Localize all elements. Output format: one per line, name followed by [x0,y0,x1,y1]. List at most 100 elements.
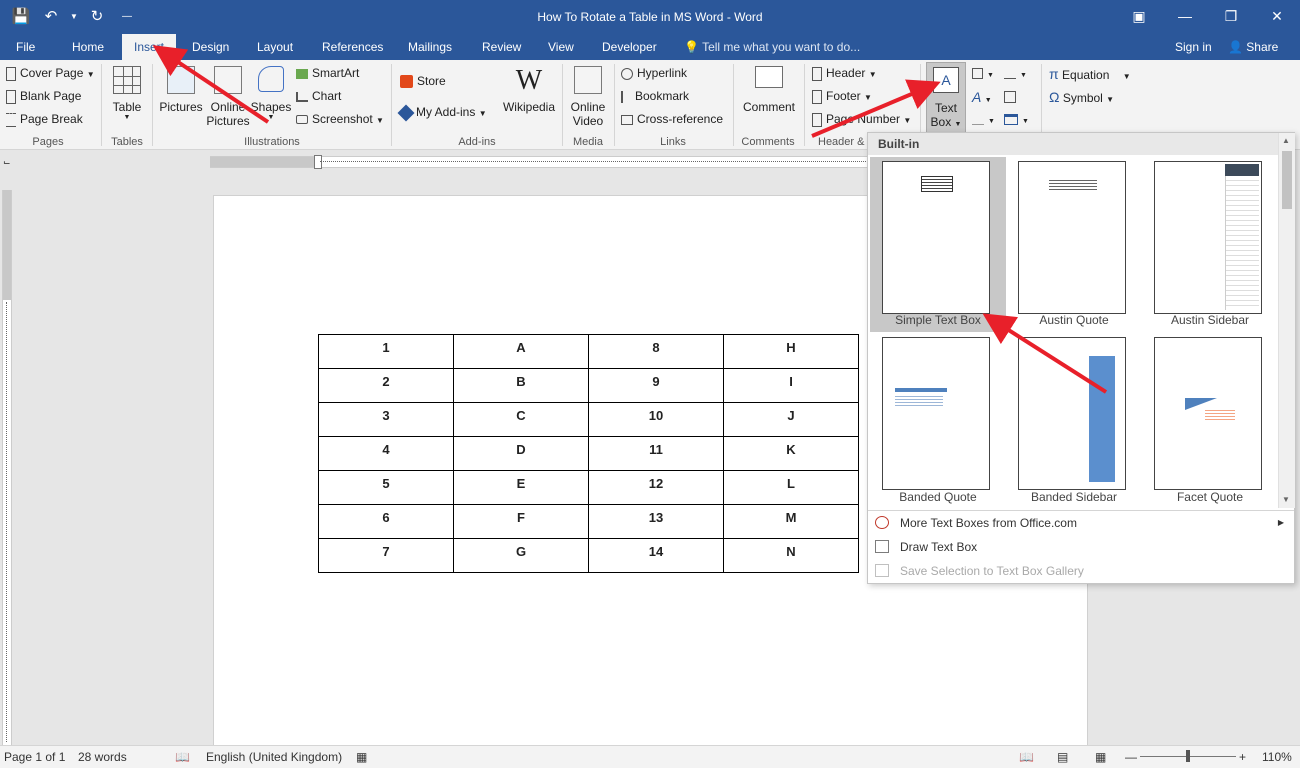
table-row[interactable]: 5 E 12 L [318,470,859,505]
zoom-slider-thumb[interactable] [1186,750,1190,762]
table-row[interactable]: 1A8H [318,334,859,369]
read-mode-icon[interactable]: 📖 [1019,750,1034,764]
table-cell[interactable]: K [723,436,859,471]
table-cell[interactable]: 13 [588,504,724,539]
table-cell[interactable]: G [453,538,589,573]
tab-references[interactable]: References [310,34,395,60]
vertical-ruler[interactable] [2,190,12,745]
tab-selector[interactable]: ⌙ [3,157,13,167]
table-cell[interactable]: 3 [318,402,454,437]
table-cell[interactable]: H [723,334,859,369]
page-break-button[interactable]: Page Break [6,112,83,127]
symbol-button[interactable]: Ω Symbol ▼ [1049,89,1114,105]
scroll-down-icon[interactable]: ▼ [1282,495,1290,504]
chart-button[interactable]: Chart [296,89,341,103]
online-pictures-button[interactable]: Online Pictures [206,66,250,128]
table-button[interactable]: Table ▼ [108,66,146,121]
page-count[interactable]: Page 1 of 1 [4,750,65,764]
cover-page-button[interactable]: Cover Page ▼ [6,66,95,81]
gallery-item-banded-quote[interactable] [882,337,990,490]
language[interactable]: English (United Kingdom) [206,750,342,764]
zoom-out-icon[interactable]: — [1125,750,1137,764]
macro-icon[interactable]: ▦ [356,750,367,764]
tab-design[interactable]: Design [180,34,241,60]
maximize-icon[interactable]: ❐ [1208,0,1254,32]
table-cell[interactable]: C [453,402,589,437]
ribbon-display-options-icon[interactable]: ▣ [1116,0,1162,32]
smartart-button[interactable]: SmartArt [296,66,359,80]
tab-mailings[interactable]: Mailings [396,34,464,60]
table-row[interactable]: 2B9I [318,368,859,403]
document-table[interactable]: 1 A 8 H 2 B 9 I 3 C 10 J 4 D 11 K 5 E 12 L 6 F 13 M 7 G 14 N [318,334,859,573]
gallery-item-simple-text-box[interactable] [882,161,990,314]
scrollbar-thumb[interactable] [1282,151,1292,209]
web-layout-icon[interactable]: ▦ [1095,750,1106,764]
word-count[interactable]: 28 words [78,750,127,764]
object-button[interactable]: ▼ [1004,112,1029,126]
tab-home[interactable]: Home [60,34,116,60]
table-cell[interactable]: 14 [588,538,724,573]
tab-review[interactable]: Review [470,34,533,60]
tab-layout[interactable]: Layout [245,34,305,60]
table-cell[interactable]: D [453,436,589,471]
table-cell[interactable]: I [723,368,859,403]
wordart-button[interactable]: A ▼ [972,89,992,105]
shapes-button[interactable]: Shapes ▼ [250,66,292,121]
table-cell[interactable]: J [723,402,859,437]
date-time-button[interactable] [1004,89,1020,103]
table-cell[interactable]: E [453,470,589,505]
table-cell[interactable]: A [453,334,589,369]
draw-text-box-menu-item[interactable]: Draw Text Box [868,535,1294,559]
tab-insert[interactable]: Insert [122,34,177,60]
header-button[interactable]: Header ▼ [812,66,877,81]
equation-button[interactable]: π Equation ▼ [1049,66,1131,82]
online-video-button[interactable]: Online Video [566,66,610,128]
scroll-up-icon[interactable]: ▲ [1282,136,1290,145]
gallery-item-facet-quote[interactable] [1154,337,1262,490]
tell-me-search[interactable]: 💡 Tell me what you want to do... [684,34,860,60]
text-box-button[interactable]: A Text Box ▼ [926,62,966,134]
table-cell[interactable]: 6 [318,504,454,539]
table-cell[interactable]: 8 [588,334,724,369]
more-text-boxes-menu-item[interactable]: More Text Boxes from Office.com ▶ [868,511,1294,535]
table-cell[interactable]: 1 [318,334,454,369]
wikipedia-button[interactable]: W Wikipedia [500,66,558,115]
minimize-icon[interactable]: — [1162,0,1208,32]
gallery-scrollbar[interactable]: ▲ ▼ [1278,133,1295,508]
sign-in-link[interactable]: Sign in [1175,34,1212,60]
tab-view[interactable]: View [536,34,586,60]
table-row[interactable]: 3 C 10 J [318,402,859,437]
screenshot-button[interactable]: Screenshot ▼ [296,112,384,126]
close-icon[interactable]: ✕ [1254,0,1300,32]
my-addins-button[interactable]: My Add-ins ▼ [397,104,487,122]
zoom-in-icon[interactable]: + [1239,750,1246,764]
table-cell[interactable]: F [453,504,589,539]
gallery-item-austin-quote[interactable] [1018,161,1126,314]
proofing-icon[interactable]: 📖 [175,750,190,764]
table-cell[interactable]: 10 [588,402,724,437]
hyperlink-button[interactable]: Hyperlink [621,66,687,80]
blank-page-button[interactable]: Blank Page [6,89,81,104]
page-number-button[interactable]: Page Number ▼ [812,112,911,127]
comment-button[interactable]: Comment [738,66,800,114]
bookmark-button[interactable]: Bookmark [621,89,689,103]
table-cell[interactable]: M [723,504,859,539]
footer-button[interactable]: Footer ▼ [812,89,872,104]
cross-reference-button[interactable]: Cross-reference [621,112,723,126]
gallery-item-austin-sidebar[interactable] [1154,161,1262,314]
table-cell[interactable]: 12 [588,470,724,505]
table-cell[interactable]: 2 [318,368,454,403]
gallery-item-banded-sidebar[interactable] [1018,337,1126,490]
table-row[interactable]: 6 F 13 M [318,504,859,539]
quick-parts-button[interactable]: ▼ [972,66,994,80]
table-cell[interactable]: 9 [588,368,724,403]
table-cell[interactable]: B [453,368,589,403]
table-cell[interactable]: 11 [588,436,724,471]
table-cell[interactable]: N [723,538,859,573]
store-button[interactable]: Store [400,74,446,89]
drop-cap-button[interactable]: ▼ [972,112,995,126]
table-cell[interactable]: 7 [318,538,454,573]
pictures-button[interactable]: Pictures [158,66,204,114]
table-cell[interactable]: 5 [318,470,454,505]
tab-file[interactable]: File [4,34,47,60]
